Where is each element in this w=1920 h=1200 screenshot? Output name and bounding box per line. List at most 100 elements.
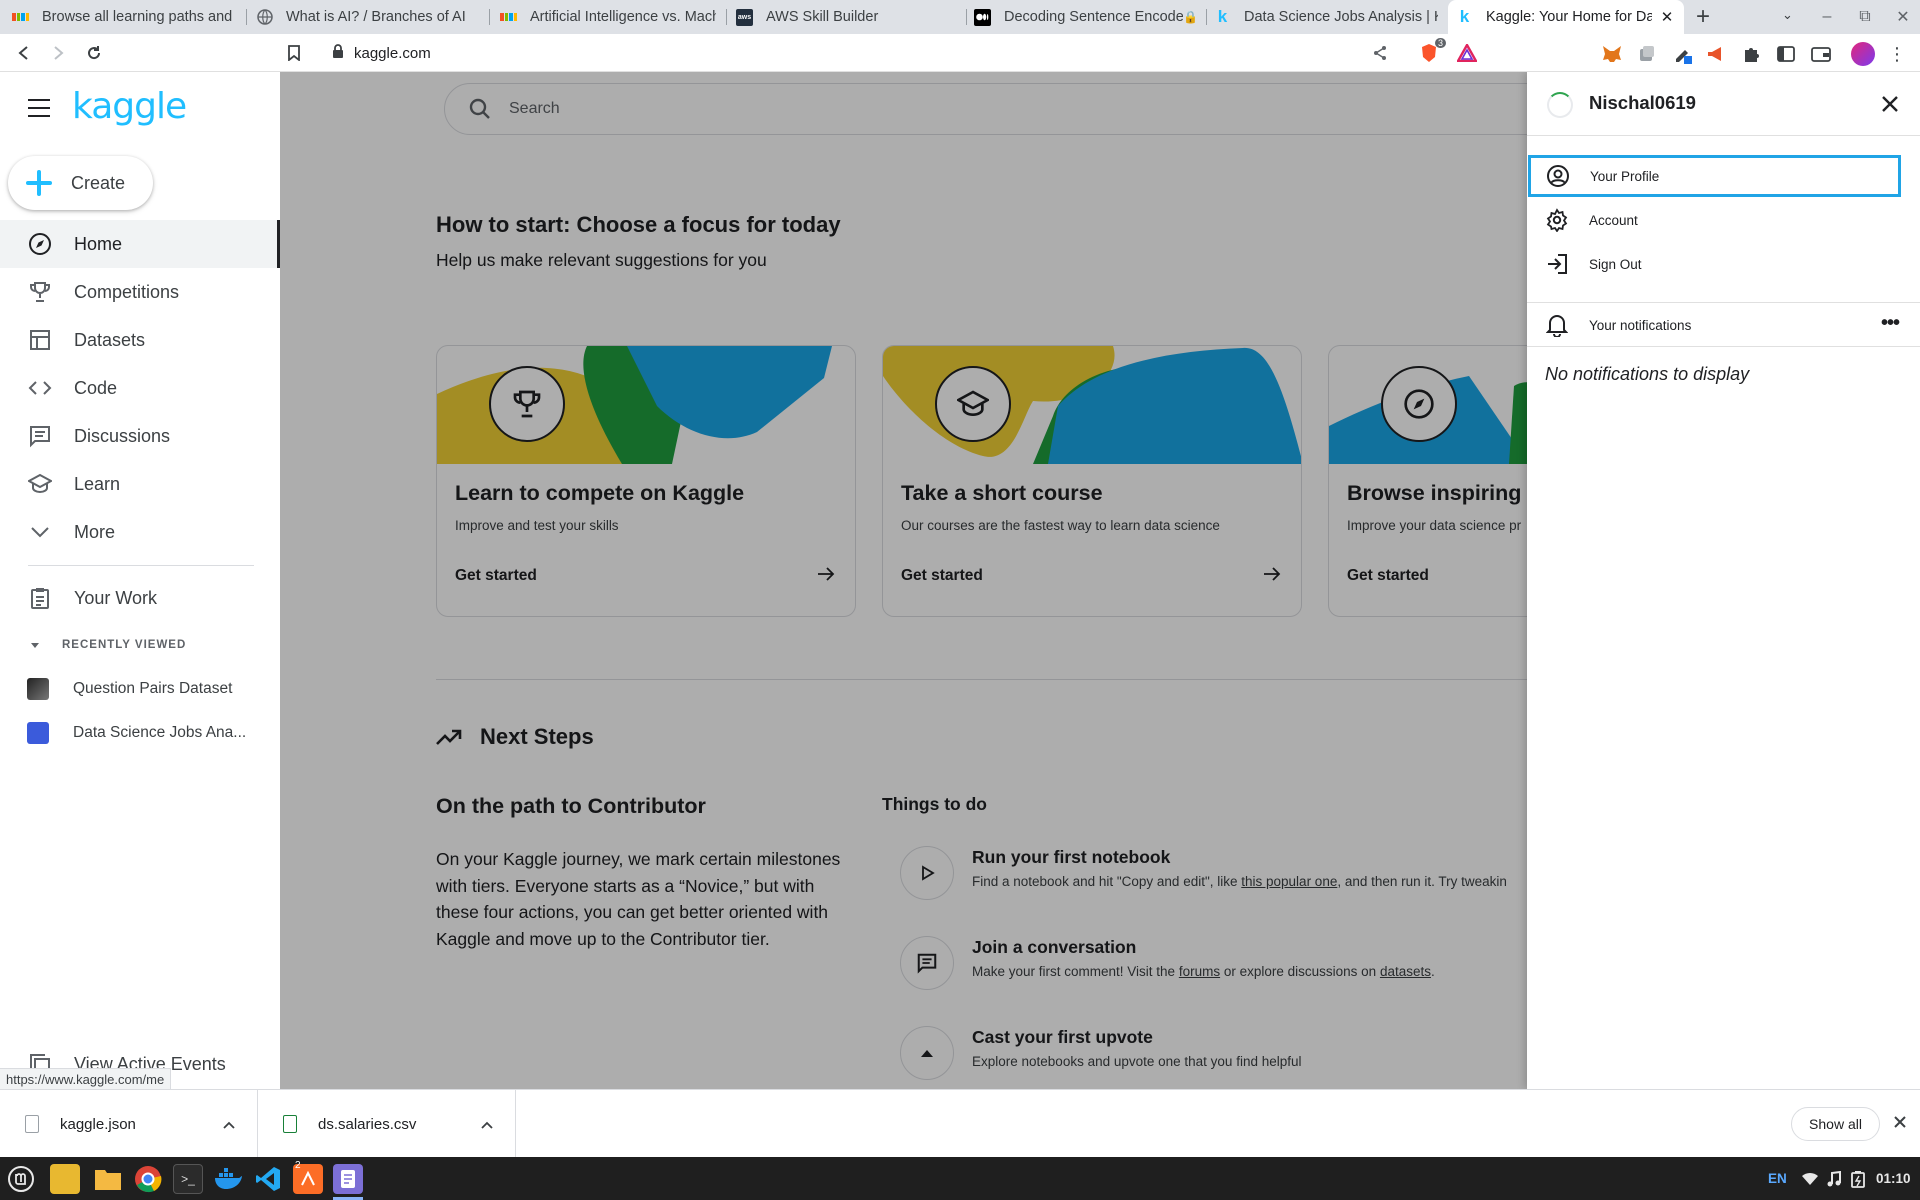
sign-out-item[interactable]: Sign Out — [1527, 243, 1920, 285]
chrome-icon[interactable] — [133, 1164, 163, 1194]
keyboard-layout[interactable]: EN — [1768, 1157, 1787, 1200]
kaggle-logo[interactable]: kaggle — [72, 86, 187, 127]
brave-rewards-icon[interactable] — [1454, 40, 1480, 66]
music-icon[interactable] — [1827, 1157, 1841, 1200]
browser-tab[interactable]: aws AWS Skill Builder — [728, 0, 968, 34]
browser-tab[interactable]: Browse all learning paths and m — [4, 0, 244, 34]
docker-icon[interactable] — [213, 1164, 243, 1194]
git-app-icon[interactable]: 2 — [293, 1160, 323, 1194]
os-taskbar: >_ 2 EN 01:10 — [0, 1157, 1920, 1200]
mint-menu-icon[interactable] — [6, 1164, 36, 1194]
vscode-icon[interactable] — [253, 1164, 283, 1194]
forward-icon[interactable] — [45, 40, 71, 66]
wallet-icon[interactable] — [1811, 44, 1831, 64]
browser-tab[interactable]: Artificial Intelligence vs. Machi — [492, 0, 724, 34]
browser-tab[interactable]: Decoding Sentence Encoders 🔒 — [966, 0, 1206, 34]
username: Nischal0619 — [1589, 92, 1696, 113]
gear-icon — [1545, 208, 1569, 232]
terminal-icon[interactable]: >_ — [173, 1164, 203, 1194]
reload-icon[interactable] — [81, 40, 107, 66]
status-url-tooltip: https://www.kaggle.com/me — [0, 1068, 172, 1090]
file-icon — [25, 1115, 39, 1133]
sidebar-divider — [28, 565, 254, 566]
share-icon[interactable] — [1367, 40, 1393, 66]
tab-separator — [489, 9, 490, 25]
loading-spinner-icon — [1547, 92, 1573, 118]
nav-item-more[interactable]: More — [0, 508, 280, 556]
chevron-up-icon[interactable] — [223, 1117, 235, 1132]
account-panel: Nischal0619 Your Profile Account Sign Ou… — [1527, 72, 1920, 1089]
brave-shield-icon[interactable]: 3 — [1416, 38, 1446, 66]
url-text: kaggle.com — [354, 44, 431, 62]
recently-viewed-toggle[interactable]: RECENTLY VIEWED — [28, 638, 186, 652]
more-options-icon[interactable]: ••• — [1881, 312, 1900, 335]
download-item[interactable]: kaggle.json — [0, 1090, 258, 1158]
show-all-button[interactable]: Show all — [1791, 1107, 1880, 1141]
clock[interactable]: 01:10 — [1876, 1157, 1911, 1200]
discussion-icon — [28, 424, 52, 448]
tab-separator — [246, 9, 247, 25]
create-button[interactable]: Create — [8, 156, 153, 210]
nav-item-competitions[interactable]: Competitions — [0, 268, 280, 316]
panel-divider — [1527, 346, 1920, 347]
back-icon[interactable] — [11, 40, 37, 66]
nav-item-your-work[interactable]: Your Work — [0, 574, 280, 622]
close-icon[interactable] — [1878, 92, 1902, 116]
pen-extension-icon[interactable] — [1673, 44, 1693, 64]
nav-item-discussions[interactable]: Discussions — [0, 412, 280, 460]
bookmark-icon[interactable] — [281, 40, 307, 66]
hamburger-menu-icon[interactable] — [28, 99, 50, 117]
notifications-row: Your notifications ••• — [1527, 304, 1920, 346]
empty-notifications: No notifications to display — [1545, 364, 1750, 384]
wifi-icon[interactable] — [1801, 1157, 1819, 1200]
maximize-icon[interactable]: ⧉ — [1844, 0, 1886, 34]
account-item[interactable]: Account — [1527, 199, 1920, 241]
panel-divider — [1527, 135, 1920, 136]
puzzle-icon[interactable] — [1741, 44, 1761, 64]
modal-scrim[interactable] — [280, 72, 1527, 1089]
chevron-up-icon[interactable] — [481, 1117, 493, 1132]
browser-tab-active[interactable]: k Kaggle: Your Home for Dat ✕ — [1448, 0, 1684, 34]
nav-item-datasets[interactable]: Datasets — [0, 316, 280, 364]
text-editor-icon[interactable] — [333, 1164, 363, 1194]
close-tab-icon[interactable]: ✕ — [1658, 8, 1676, 26]
close-window-icon[interactable]: ✕ — [1882, 0, 1920, 34]
tab-search-icon[interactable]: ⌄ — [1782, 7, 1793, 23]
lock-icon — [332, 44, 344, 64]
clipboard-icon — [28, 586, 52, 610]
microsoft-icon — [12, 9, 29, 26]
nav-item-code[interactable]: Code — [0, 364, 280, 412]
extension-icon[interactable] — [1637, 44, 1657, 64]
megaphone-icon[interactable] — [1706, 44, 1726, 64]
bell-icon — [1545, 313, 1569, 337]
battery-icon[interactable] — [1851, 1157, 1865, 1200]
plus-icon — [24, 168, 54, 198]
nav-item-home[interactable]: Home — [0, 220, 280, 268]
profile-icon — [1546, 164, 1570, 188]
school-icon — [28, 472, 52, 496]
your-profile-item[interactable]: Your Profile — [1528, 155, 1901, 197]
address-bar[interactable]: kaggle.com — [320, 39, 1410, 67]
new-tab-icon[interactable]: + — [1696, 3, 1710, 31]
recent-item[interactable]: Question Pairs Dataset — [27, 674, 277, 704]
browser-menu-icon[interactable]: ⋮ — [1887, 44, 1907, 64]
medium-icon — [974, 8, 991, 26]
microsoft-icon — [500, 9, 517, 26]
sidebar-toggle-icon[interactable] — [1776, 44, 1796, 64]
lock-icon: 🔒 — [1183, 10, 1198, 24]
browser-tab[interactable]: k Data Science Jobs Analysis | Ka — [1206, 0, 1446, 34]
code-icon — [28, 376, 52, 400]
download-item[interactable]: ds.salaries.csv — [258, 1090, 516, 1158]
panel-divider — [1527, 302, 1920, 303]
files-icon[interactable] — [50, 1164, 80, 1194]
recent-item[interactable]: Data Science Jobs Ana... — [27, 718, 277, 748]
minimize-icon[interactable]: – — [1806, 0, 1848, 34]
metamask-icon[interactable] — [1602, 44, 1622, 64]
downloads-shelf: kaggle.json ds.salaries.csv Show all — [0, 1089, 1920, 1158]
browser-tab[interactable]: What is AI? / Branches of AI — [248, 0, 488, 34]
profile-avatar-icon[interactable] — [1851, 42, 1875, 66]
nav-item-learn[interactable]: Learn — [0, 460, 280, 508]
close-shelf-icon[interactable] — [1890, 1112, 1910, 1132]
folder-icon[interactable] — [93, 1164, 123, 1194]
triangle-down-icon — [31, 643, 39, 648]
